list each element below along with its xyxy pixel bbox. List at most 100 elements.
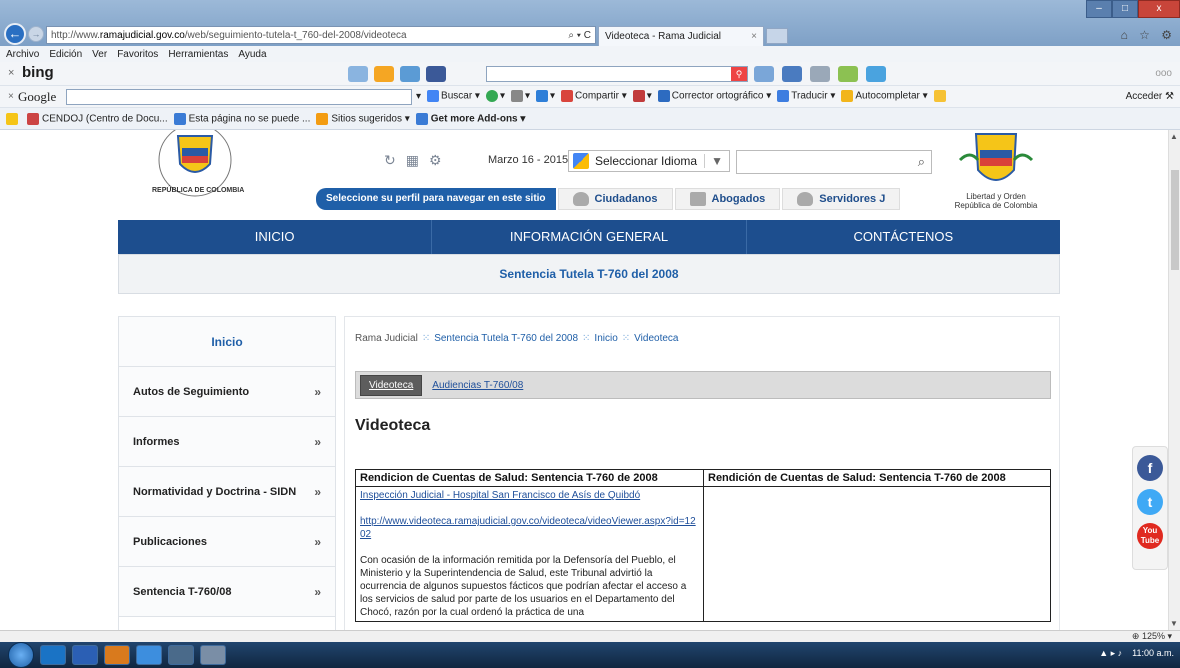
taskbar-window-icon[interactable] xyxy=(168,645,194,665)
scroll-thumb[interactable] xyxy=(1171,170,1179,270)
taskbar-office-icon[interactable] xyxy=(104,645,130,665)
tools-icon[interactable] xyxy=(810,66,830,82)
book-icon xyxy=(689,192,706,206)
google-search-input[interactable] xyxy=(66,89,412,105)
taskbar-explorer-icon[interactable] xyxy=(40,645,66,665)
menu-herramientas[interactable]: Herramientas xyxy=(168,49,228,60)
scroll-up-icon[interactable]: ▲ xyxy=(1170,132,1178,141)
video-url-link[interactable]: http://www.videoteca.ramajudicial.gov.co… xyxy=(360,516,696,540)
taskbar-ie-icon[interactable] xyxy=(136,645,162,665)
weather-icon[interactable] xyxy=(348,66,368,82)
tab-videoteca[interactable]: Videoteca xyxy=(360,374,423,396)
bing-search-icon[interactable]: ⚲ xyxy=(731,67,747,81)
nav-inicio[interactable]: INICIO xyxy=(118,220,433,254)
facebook-icon[interactable]: f xyxy=(1137,455,1163,481)
address-bar[interactable]: http://www. ramajudicial.gov.co/web/segui… xyxy=(46,26,596,44)
breadcrumb-sentencia[interactable]: Sentencia Tutela T-760 del 2008 xyxy=(434,333,578,344)
new-tab-button[interactable] xyxy=(766,28,788,44)
google-tool-3[interactable]: ▾ xyxy=(510,90,530,102)
fav-error-page[interactable]: Esta página no se puede ... xyxy=(173,112,310,125)
search-icon[interactable]: ⌕ xyxy=(918,154,925,170)
table-header-row: Rendicion de Cuentas de Salud: Sentencia… xyxy=(355,469,1051,487)
language-select[interactable]: Seleccionar Idioma ▼ xyxy=(568,150,730,172)
taskbar-app-icon[interactable] xyxy=(200,645,226,665)
chat-icon[interactable] xyxy=(782,66,802,82)
facebook-icon[interactable] xyxy=(426,66,446,82)
menu-archivo[interactable]: Archivo xyxy=(6,49,39,60)
taskbar-word-icon[interactable] xyxy=(72,645,98,665)
google-tool-4[interactable]: ▾ xyxy=(536,90,555,102)
site-search-input[interactable]: ⌕ xyxy=(736,150,932,174)
table-row: Inspección Judicial - Hospital San Franc… xyxy=(355,486,1051,622)
twitter-icon[interactable]: t xyxy=(1137,489,1163,515)
google-tool-2[interactable]: ▾ xyxy=(485,90,505,102)
google-close-icon[interactable]: × xyxy=(8,91,14,102)
start-button[interactable] xyxy=(8,642,34,668)
youtube-icon[interactable]: You Tube xyxy=(1137,523,1163,549)
zoom-control[interactable]: ⊕ 125% ▾ xyxy=(1132,631,1172,642)
menu-edicion[interactable]: Edición xyxy=(49,49,82,60)
google-autocompletar-button[interactable]: Autocompletar ▾ xyxy=(841,90,928,102)
tab-close-icon[interactable]: × xyxy=(751,31,757,42)
breadcrumb-inicio[interactable]: Inicio xyxy=(594,333,617,344)
sitemap-icon[interactable]: ▦ xyxy=(406,152,419,169)
browser-right-icons[interactable]: ⌂ ☆ ⚙ xyxy=(1121,28,1176,42)
google-buscar-button[interactable]: Buscar ▾ xyxy=(427,90,480,102)
games-icon[interactable] xyxy=(838,66,858,82)
forward-button[interactable]: → xyxy=(28,26,44,42)
chevron-right-icon: » xyxy=(314,434,321,449)
video-title-link[interactable]: Inspección Judicial - Hospital San Franc… xyxy=(360,490,640,501)
sidebar-item-inicio[interactable]: Inicio xyxy=(119,317,335,367)
sidebar-item-informes[interactable]: Informes» xyxy=(119,417,335,467)
page-scrollbar[interactable]: ▲ ▼ xyxy=(1168,130,1180,630)
profile-abogados[interactable]: Abogados xyxy=(674,188,781,210)
nav-informacion-general[interactable]: INFORMACIÓN GENERAL xyxy=(432,220,747,254)
tab-audiencias[interactable]: Audiencias T-760/08 xyxy=(424,376,531,395)
bing-search-input[interactable]: ⚲ xyxy=(486,66,748,82)
fav-suggested-sites[interactable]: Sitios sugeridos ▾ xyxy=(316,112,410,125)
google-corrector-button[interactable]: Corrector ortográfico ▾ xyxy=(657,90,771,102)
close-window-button[interactable]: x xyxy=(1138,0,1180,18)
sidebar-item-normatividad[interactable]: Normatividad y Doctrina - SIDN» xyxy=(119,467,335,517)
scroll-down-icon[interactable]: ▼ xyxy=(1170,619,1178,628)
google-search-dropdown[interactable]: ▾ xyxy=(416,91,421,102)
maximize-button[interactable]: □ xyxy=(1112,0,1138,18)
menu-favoritos[interactable]: Favoritos xyxy=(117,49,158,60)
nav-contactenos[interactable]: CONTÁCTENOS xyxy=(747,220,1060,254)
google-acceder-button[interactable]: Acceder ⚒ xyxy=(1126,91,1174,102)
sidebar-item-sentencia[interactable]: Sentencia T-760/08» xyxy=(119,567,335,617)
accessibility-icon[interactable]: ⚙ xyxy=(429,152,442,169)
breadcrumb-videoteca[interactable]: Videoteca xyxy=(634,333,678,344)
fav-addons[interactable]: Get more Add-ons ▾ xyxy=(415,112,525,125)
shield-icon xyxy=(958,133,1034,181)
refresh-icon[interactable]: ↻ xyxy=(384,152,396,169)
shopping-icon[interactable] xyxy=(866,66,886,82)
google-traducir-button[interactable]: Traducir ▾ xyxy=(777,90,835,102)
social-sidebar: f t You Tube xyxy=(1132,446,1168,570)
profile-servidores[interactable]: Servidores J xyxy=(782,188,901,210)
profile-ciudadanos[interactable]: Ciudadanos xyxy=(557,188,673,210)
breadcrumb-root[interactable]: Rama Judicial xyxy=(355,333,418,344)
google-tool-6[interactable]: ▾ xyxy=(632,90,652,102)
sidebar-item-publicaciones[interactable]: Publicaciones» xyxy=(119,517,335,567)
favorites-star-icon[interactable] xyxy=(6,112,21,125)
table-header-2: Rendición de Cuentas de Salud: Sentencia… xyxy=(703,469,1051,487)
menu-ver[interactable]: Ver xyxy=(92,49,107,60)
address-controls[interactable]: ⌕ ▾ C xyxy=(568,30,591,41)
minimize-button[interactable]: – xyxy=(1086,0,1112,18)
url-prefix: http://www. xyxy=(51,29,100,41)
google-compartir-button[interactable]: Compartir ▾ xyxy=(561,90,627,102)
bing-more-icon[interactable]: ooo xyxy=(1155,68,1172,79)
browser-tab[interactable]: Videoteca - Rama Judicial × xyxy=(598,26,764,46)
pencil-icon[interactable] xyxy=(933,90,948,102)
bing-close-icon[interactable]: × xyxy=(8,67,14,79)
tray-icons[interactable]: ▲ ▸ ♪ xyxy=(1099,648,1122,659)
language-dropdown-icon[interactable]: ▼ xyxy=(704,154,729,168)
back-button[interactable]: ← xyxy=(4,23,26,45)
mail-icon[interactable] xyxy=(400,66,420,82)
sidebar-item-autos[interactable]: Autos de Seguimiento» xyxy=(119,367,335,417)
fav-cendoj[interactable]: CENDOJ (Centro de Docu... xyxy=(27,112,168,125)
like-icon[interactable] xyxy=(754,66,774,82)
menu-ayuda[interactable]: Ayuda xyxy=(238,49,266,60)
sun-icon[interactable] xyxy=(374,66,394,82)
